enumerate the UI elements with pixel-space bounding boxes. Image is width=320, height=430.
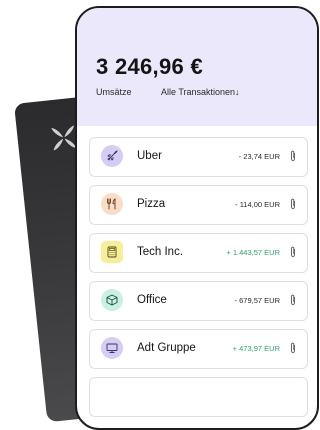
transaction-name: Office — [137, 294, 167, 306]
fork-knife-icon — [101, 193, 123, 215]
attachment-icon[interactable] — [289, 342, 297, 354]
transaction-amount: - 679,57 EUR — [234, 296, 280, 305]
tab-umsaetze[interactable]: Umsätze — [96, 87, 132, 97]
account-balance: 3 246,96 € — [96, 54, 203, 79]
transaction-name: Tech Inc. — [137, 246, 184, 258]
attachment-icon[interactable] — [289, 198, 297, 210]
attachment-icon[interactable] — [289, 246, 297, 258]
phone-frame: 3 246,96 € Umsätze Alle Transaktionen↓ U… — [75, 6, 319, 430]
box-icon — [101, 289, 123, 311]
transaction-name: Pizza — [137, 198, 166, 210]
transaction-amount: - 114,00 EUR — [235, 200, 280, 209]
transaction-amount: + 1.443,57 EUR — [226, 248, 280, 257]
attachment-icon[interactable] — [289, 294, 297, 306]
transaction-row[interactable]: Pizza - 114,00 EUR — [89, 185, 308, 225]
tab-all-transactions[interactable]: Alle Transaktionen↓ — [161, 87, 240, 97]
transaction-row-partial[interactable] — [89, 377, 308, 417]
transaction-row[interactable]: Adt Gruppe + 473,97 EUR — [89, 329, 308, 369]
transaction-amount: + 473,97 EUR — [232, 344, 280, 353]
transaction-amount: - 23,74 EUR — [238, 152, 280, 161]
monitor-icon — [101, 337, 123, 359]
transaction-row[interactable]: Office - 679,57 EUR — [89, 281, 308, 321]
balance-header: 3 246,96 € Umsätze Alle Transaktionen↓ — [77, 8, 317, 126]
transaction-row[interactable]: Uber - 23,74 EUR — [89, 137, 308, 177]
transaction-name: Adt Gruppe — [137, 342, 196, 354]
calculator-icon — [101, 241, 123, 263]
transaction-name: Uber — [137, 150, 162, 162]
rocket-icon — [101, 145, 123, 167]
transaction-row[interactable]: Tech Inc. + 1.443,57 EUR — [89, 233, 308, 273]
attachment-icon[interactable] — [289, 150, 297, 162]
